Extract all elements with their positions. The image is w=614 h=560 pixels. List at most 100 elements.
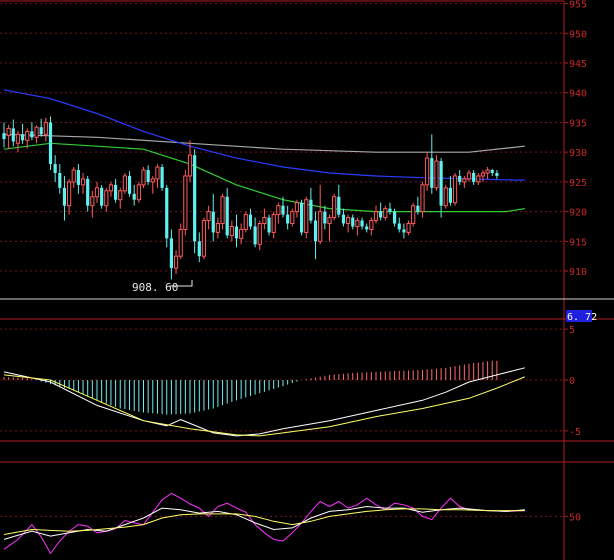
candle-body [365, 226, 369, 230]
price-tick-label: 950 [569, 29, 587, 40]
candle-body [234, 226, 239, 239]
candle [160, 164, 164, 191]
candle-body [100, 187, 104, 206]
candle-body [313, 220, 318, 242]
candle-body [86, 178, 90, 206]
candle [132, 184, 136, 206]
macd-value-badge-text: 6. 72 [567, 312, 597, 323]
candle [472, 170, 476, 185]
candle-body [434, 160, 439, 189]
price-tick-label: 920 [569, 208, 587, 219]
candle-body [300, 202, 304, 233]
candle-body [243, 214, 248, 230]
frame-layer [0, 0, 614, 560]
candle [11, 119, 15, 147]
candle-body [341, 214, 346, 224]
candle-body [173, 255, 179, 269]
candle-body [225, 196, 229, 236]
candle [30, 122, 34, 141]
candle-body [48, 122, 53, 165]
candle [67, 178, 72, 215]
candle-body [294, 202, 300, 213]
oscillator-layer [3, 492, 525, 555]
candle-body [127, 175, 132, 194]
candle-body [220, 196, 225, 225]
candle [2, 122, 6, 148]
candle-body [462, 178, 467, 183]
candle [6, 124, 11, 150]
candle-body [136, 184, 141, 201]
candle-body [118, 190, 123, 201]
candle-body [425, 157, 430, 186]
candle-body [25, 130, 30, 141]
candle-body [6, 127, 11, 137]
candle-body [327, 217, 332, 225]
candle [197, 232, 201, 263]
candle [267, 214, 271, 236]
candle [155, 164, 160, 188]
candle [290, 208, 295, 227]
chart-canvas: 91091592092593093594094595095550-550 908… [0, 0, 614, 560]
candle [397, 217, 401, 233]
candle [337, 184, 341, 218]
price-tick-label: 945 [569, 59, 587, 70]
candle [309, 187, 313, 224]
osc2-line [3, 505, 525, 540]
candle [53, 155, 57, 182]
annotation-layer: 908. 60 6. 72 [132, 280, 597, 323]
candle [215, 217, 221, 239]
candle-body [286, 214, 290, 224]
candle [15, 130, 21, 153]
candle [402, 223, 406, 239]
candle [373, 205, 379, 224]
candle [411, 202, 416, 227]
candle-body [229, 225, 234, 236]
candle [458, 170, 462, 185]
price-tick-label: 935 [569, 118, 587, 129]
candlestick-layer [2, 116, 499, 280]
candle [332, 193, 337, 221]
price-tick-label: 955 [569, 0, 587, 11]
candle [90, 190, 95, 218]
candle-body [304, 199, 309, 233]
candle-body [104, 190, 109, 207]
candle-body [290, 211, 295, 225]
candle-body [215, 223, 221, 233]
candle [452, 172, 458, 206]
candle [379, 202, 383, 221]
candle [323, 205, 327, 230]
candle [462, 175, 467, 188]
candle-body [62, 187, 67, 206]
candle-body [21, 134, 25, 141]
candle [495, 170, 499, 179]
candle-body [90, 196, 95, 207]
candle-body [43, 121, 48, 135]
candle-body [379, 211, 383, 218]
candle-body [11, 128, 15, 142]
candle-body [351, 217, 355, 227]
axis-label-layer: 91091592092593093594094595095550-550 [564, 0, 587, 523]
candle-body [416, 205, 420, 212]
candle [141, 167, 146, 188]
candle [104, 187, 109, 212]
candle [76, 164, 80, 194]
candle [34, 125, 39, 144]
macd-tick-label: 5 [569, 325, 575, 336]
candle-body [67, 181, 72, 207]
candle-body [458, 175, 462, 182]
candle-body [337, 196, 341, 215]
candle-body [146, 170, 150, 182]
candle-body [141, 169, 146, 186]
dif-line [3, 367, 525, 437]
osc-tick-label: 50 [569, 512, 581, 523]
candle [365, 223, 369, 233]
candle-body [160, 167, 164, 188]
candle [127, 171, 132, 197]
osc1-line [3, 492, 525, 555]
candle-body [309, 199, 313, 221]
candle-body [169, 238, 173, 269]
candle-body [211, 211, 215, 233]
candle [243, 211, 248, 233]
candle-body [76, 170, 80, 185]
candle [211, 193, 215, 242]
